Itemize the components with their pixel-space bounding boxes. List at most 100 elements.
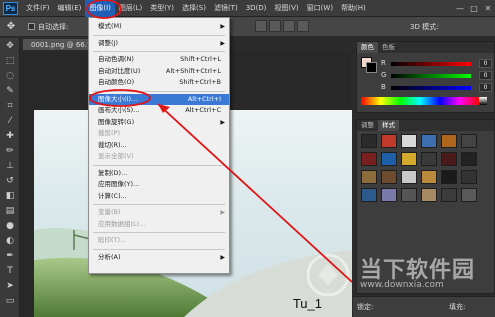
style-swatch[interactable] <box>381 170 397 184</box>
move-tool-icon[interactable]: ✥ <box>0 21 22 32</box>
gradient-icon[interactable]: ▤ <box>1 204 19 218</box>
menu-item[interactable]: 选择(S) <box>178 0 210 17</box>
dodge-icon[interactable]: ◐ <box>1 234 19 248</box>
style-swatch[interactable] <box>361 152 377 166</box>
menu-item[interactable]: 窗口(W) <box>303 0 337 17</box>
black-white-ramp[interactable] <box>479 97 487 105</box>
style-swatch[interactable] <box>421 170 437 184</box>
color-channel-slider[interactable]: G0 <box>381 71 492 81</box>
style-swatch[interactable] <box>461 170 477 184</box>
blur-icon[interactable]: ● <box>1 219 19 233</box>
style-swatch[interactable] <box>361 134 377 148</box>
image-menu-item[interactable]: 图像旋转(G) ▶ <box>89 117 229 128</box>
style-swatch[interactable] <box>401 188 417 202</box>
color-panel: 颜色 色板 R0 G0 B0 <box>356 41 495 113</box>
image-menu-item[interactable]: 自动颜色(O) Shift+Ctrl+B <box>89 77 229 88</box>
stamp-icon[interactable]: ⊥ <box>1 159 19 173</box>
image-menu-item[interactable]: 画布大小(S)... Alt+Ctrl+C <box>89 105 229 116</box>
menu-item[interactable]: 图层(L) <box>115 0 146 17</box>
tab-color[interactable]: 颜色 <box>357 42 378 53</box>
tab-swatches[interactable]: 色板 <box>378 42 399 53</box>
channel-value[interactable]: 0 <box>479 71 492 80</box>
menu-item[interactable]: 视图(V) <box>270 0 302 17</box>
submenu-arrow-icon: ▶ <box>220 118 225 126</box>
style-swatch[interactable] <box>441 152 457 166</box>
channel-value[interactable]: 0 <box>479 59 492 68</box>
style-swatch[interactable] <box>461 134 477 148</box>
image-menu-item[interactable]: 分析(A) ▶ <box>89 252 229 263</box>
style-swatch[interactable] <box>381 134 397 148</box>
menu-item[interactable]: 滤镜(T) <box>210 0 242 17</box>
style-swatch[interactable] <box>441 134 457 148</box>
maximize-button[interactable]: □ <box>467 0 481 17</box>
path-select-icon[interactable]: ➤ <box>1 279 19 293</box>
style-swatch[interactable] <box>381 152 397 166</box>
menu-item[interactable]: 帮助(H) <box>337 0 370 17</box>
image-menu-item[interactable]: 应用图像(Y)... <box>89 179 229 190</box>
image-menu-item[interactable]: 调整(J) ▶ <box>89 38 229 49</box>
color-spectrum[interactable] <box>361 97 479 105</box>
style-swatch[interactable] <box>381 188 397 202</box>
channel-value[interactable]: 0 <box>479 83 492 92</box>
quick-select-icon[interactable]: ✎ <box>1 84 19 98</box>
menu-item[interactable]: 图像(I) <box>85 0 115 17</box>
style-swatch[interactable] <box>441 170 457 184</box>
minimize-button[interactable]: — <box>453 0 467 17</box>
channel-track[interactable] <box>391 62 471 66</box>
style-swatch[interactable] <box>401 134 417 148</box>
style-swatch[interactable] <box>461 188 477 202</box>
align-center-icon[interactable] <box>269 20 281 32</box>
history-brush-icon[interactable]: ↺ <box>1 174 19 188</box>
menu-item-label: 图像大小(I)... <box>98 94 138 103</box>
image-menu-item[interactable]: 复制(D)... <box>89 168 229 179</box>
style-swatch[interactable] <box>441 188 457 202</box>
menu-item[interactable]: 3D(D) <box>242 0 271 17</box>
eraser-icon[interactable]: ◧ <box>1 189 19 203</box>
menu-item[interactable]: 文件(F) <box>22 0 54 17</box>
style-swatch[interactable] <box>361 170 377 184</box>
image-menu-item: 变量(B) ▶ <box>89 207 229 218</box>
shape-icon[interactable]: ▭ <box>1 294 19 308</box>
style-swatch[interactable] <box>361 188 377 202</box>
menu-separator <box>93 51 225 52</box>
color-panel-tabs: 颜色 色板 <box>357 42 494 53</box>
move-icon[interactable]: ✥ <box>1 39 19 53</box>
close-button[interactable]: ✕ <box>481 0 495 17</box>
crop-icon[interactable]: ⌗ <box>1 99 19 113</box>
brush-icon[interactable]: ✏ <box>1 144 19 158</box>
style-swatch[interactable] <box>421 188 437 202</box>
pen-icon[interactable]: ✒ <box>1 249 19 263</box>
image-menu-item[interactable]: 计算(C)... <box>89 191 229 202</box>
style-swatch[interactable] <box>401 170 417 184</box>
image-menu-item[interactable]: 自动色调(N) Shift+Ctrl+L <box>89 54 229 65</box>
style-swatch[interactable] <box>461 152 477 166</box>
styles-panel-tabs: 调整 样式 <box>357 120 494 131</box>
align-right-icon[interactable] <box>283 20 295 32</box>
eyedropper-icon[interactable]: ⁄ <box>1 114 19 128</box>
image-menu-item[interactable]: 自动对比度(U) Alt+Shift+Ctrl+L <box>89 66 229 77</box>
healing-icon[interactable]: ✚ <box>1 129 19 143</box>
channel-track[interactable] <box>391 74 471 78</box>
tab-styles[interactable]: 样式 <box>378 120 399 131</box>
marquee-icon[interactable]: ⬚ <box>1 54 19 68</box>
image-menu-item[interactable]: 图像大小(I)... Alt+Ctrl+I <box>89 93 229 105</box>
image-menu-item[interactable]: 裁切(R)... <box>89 140 229 151</box>
style-swatch[interactable] <box>421 134 437 148</box>
image-menu-item[interactable]: 模式(M) ▶ <box>89 21 229 32</box>
auto-select-checkbox[interactable] <box>28 23 35 30</box>
menu-item[interactable]: 类型(Y) <box>146 0 178 17</box>
menu-item[interactable]: 编辑(E) <box>54 0 86 17</box>
type-icon[interactable]: T <box>1 264 19 278</box>
distribute-icon[interactable] <box>297 20 309 32</box>
background-color-swatch[interactable] <box>366 62 377 73</box>
lasso-icon[interactable]: ◌ <box>1 69 19 83</box>
menu-separator <box>93 204 225 205</box>
menu-item-label: 分析(A) <box>98 252 121 261</box>
color-channel-slider[interactable]: R0 <box>381 59 492 69</box>
align-left-icon[interactable] <box>255 20 267 32</box>
channel-track[interactable] <box>391 86 471 90</box>
style-swatch[interactable] <box>421 152 437 166</box>
tab-adjustments[interactable]: 调整 <box>357 120 378 131</box>
color-channel-slider[interactable]: B0 <box>381 83 492 93</box>
style-swatch[interactable] <box>401 152 417 166</box>
